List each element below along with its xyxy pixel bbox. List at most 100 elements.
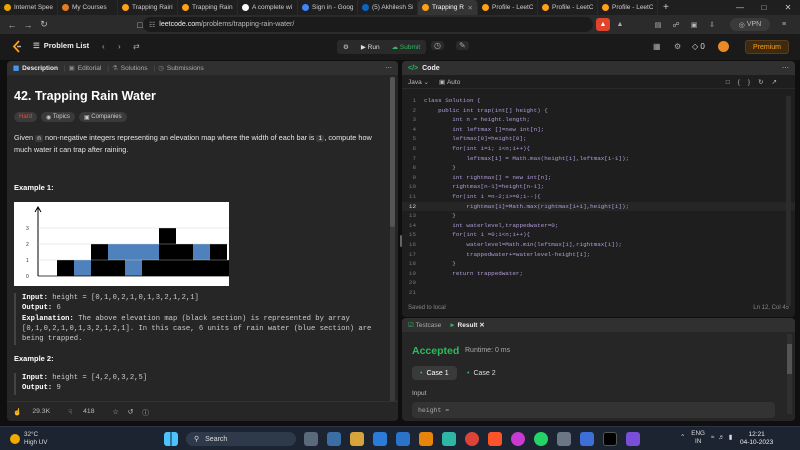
rewards-icon[interactable]: ▲: [614, 18, 626, 31]
tab-result[interactable]: ► Result ✕: [449, 321, 484, 329]
help-icon[interactable]: ⓘ: [142, 407, 149, 417]
code-line[interactable]: 13 }: [402, 211, 795, 221]
language-indicator[interactable]: ENG IN: [691, 430, 705, 445]
start-icon[interactable]: [164, 432, 178, 446]
settings-icon[interactable]: ⚙: [674, 42, 681, 51]
browser-tab[interactable]: Trapping Rain V: [178, 0, 238, 15]
browser-tab[interactable]: Internet Speed: [0, 0, 58, 15]
taskbar-search[interactable]: ⚲ Search: [186, 432, 296, 446]
difficulty-badge[interactable]: Hard: [14, 112, 38, 122]
site-info-icon[interactable]: ☷: [149, 21, 155, 29]
format-icon[interactable]: {}: [738, 79, 758, 86]
close-window-icon[interactable]: ✕: [776, 0, 800, 15]
code-line[interactable]: 8 }: [402, 163, 795, 173]
star-icon[interactable]: ☆: [113, 408, 119, 416]
panel-more-icon[interactable]: ⋯: [385, 64, 392, 72]
code-line[interactable]: 1 class Solution {: [402, 96, 795, 106]
tab-submissions[interactable]: ◷ Submissions: [158, 64, 204, 73]
code-line[interactable]: 5 leftmax[0]=height[0];: [402, 134, 795, 144]
layout-icon[interactable]: ▦: [653, 42, 661, 51]
tab-description[interactable]: ▦ Description: [13, 64, 58, 73]
code-line[interactable]: 4 int leftmax []=new int[n];: [402, 125, 795, 135]
volume-icon[interactable]: ♬: [718, 434, 724, 441]
sidebar-icon[interactable]: ▤: [652, 18, 664, 31]
code-line[interactable]: 20: [402, 278, 795, 288]
browser-tab[interactable]: Profile - LeetCo: [478, 0, 538, 15]
description-scrollbar[interactable]: [390, 77, 395, 403]
browser-tab[interactable]: A complete wi: [238, 0, 298, 15]
task-view-icon[interactable]: [304, 432, 318, 446]
code-line[interactable]: 11 for(int i =n-2;i>=0;i--){: [402, 192, 795, 202]
share-icon[interactable]: ↺: [128, 408, 134, 416]
code-line[interactable]: 6 for(int i=1; i<n;i++){: [402, 144, 795, 154]
code-line[interactable]: 3 int n = height.length;: [402, 115, 795, 125]
close-tab-icon[interactable]: ✕: [468, 4, 473, 12]
shuffle-icon[interactable]: ⇄: [133, 42, 140, 51]
language-select[interactable]: Java ⌄: [408, 78, 429, 86]
reload-icon[interactable]: ↻: [36, 19, 52, 30]
back-icon[interactable]: ←: [4, 20, 20, 30]
code-more-icon[interactable]: ⋯: [782, 64, 789, 72]
menu-icon[interactable]: ≡: [778, 18, 790, 31]
premium-button[interactable]: Premium: [745, 40, 789, 54]
forward-icon[interactable]: →: [20, 20, 36, 30]
wallet-icon[interactable]: ▣: [688, 18, 700, 31]
code-line[interactable]: 12 rightmax[i]=Math.max(rightmax[i+1],he…: [402, 201, 795, 212]
browser-tab[interactable]: Trapping R ✕: [418, 0, 478, 15]
code-line[interactable]: 7 leftmax[i] = Math.max(height[i],leftma…: [402, 154, 795, 164]
code-line[interactable]: 17 trappedwater+=waterlevel-height[i];: [402, 250, 795, 260]
streak-counter[interactable]: ◇ 0: [692, 42, 705, 51]
prev-problem-icon[interactable]: ‹: [102, 42, 105, 51]
tab-editorial[interactable]: ▣ Editorial: [69, 64, 102, 73]
code-line[interactable]: 18 }: [402, 259, 795, 269]
chat-icon[interactable]: [327, 432, 341, 446]
topics-badge[interactable]: ◉ Topics: [41, 112, 75, 122]
code-line[interactable]: 14 int waterlevel,trappedwater=0;: [402, 221, 795, 231]
brave-icon[interactable]: [488, 432, 502, 446]
problem-list-button[interactable]: ☰ Problem List: [33, 41, 89, 50]
browser-tab[interactable]: Sign in - Goog: [298, 0, 358, 15]
wifi-icon[interactable]: ≈: [711, 434, 714, 441]
messenger-icon[interactable]: [511, 432, 525, 446]
chrome-icon[interactable]: [465, 432, 479, 446]
like-button[interactable]: ☝ 29.3K: [13, 408, 59, 416]
case-1-tab[interactable]: • Case 1: [412, 366, 457, 380]
code-line[interactable]: 15 for(int i =0;i<n;i++){: [402, 230, 795, 240]
result-scrollbar[interactable]: [787, 334, 792, 414]
extensions-icon[interactable]: ☍: [670, 18, 682, 31]
avatar[interactable]: [718, 41, 729, 52]
code-line[interactable]: 2 public int trap(int[] height) {: [402, 106, 795, 116]
dislike-button[interactable]: ☟ 418: [68, 408, 103, 416]
code-line[interactable]: 16 waterlevel=Math.min(leftmax[i],rightm…: [402, 240, 795, 250]
scrollbar-thumb[interactable]: [787, 344, 792, 374]
battery-icon[interactable]: ▮: [729, 434, 732, 441]
clock[interactable]: 12:21 04-10-2023: [740, 431, 773, 447]
address-bar[interactable]: ☷ leetcode.com/problems/trapping-rain-wa…: [143, 17, 593, 32]
browser-tab[interactable]: Profile - LeetCo: [598, 0, 658, 15]
scrollbar-thumb[interactable]: [390, 77, 395, 227]
mail-icon[interactable]: [396, 432, 410, 446]
fullscreen-icon[interactable]: ↗: [772, 79, 785, 86]
notes-icon[interactable]: ✎: [456, 41, 469, 50]
code-line[interactable]: 19 return trappedwater;: [402, 269, 795, 279]
browser-tab[interactable]: Profile - LeetCo: [538, 0, 598, 15]
intellij-icon[interactable]: [603, 432, 617, 446]
reset-icon[interactable]: ↻: [758, 79, 771, 86]
whatsapp-icon[interactable]: [534, 432, 548, 446]
tab-solutions[interactable]: ⚗ Solutions: [112, 64, 148, 73]
browser-tab[interactable]: My Courses: [58, 0, 118, 15]
settings-app-icon[interactable]: [557, 432, 571, 446]
new-tab-button[interactable]: +: [658, 2, 674, 13]
weather-widget[interactable]: 32°C High UV: [10, 431, 47, 446]
maximize-icon[interactable]: □: [752, 0, 776, 15]
downloads-icon[interactable]: ⇩: [706, 18, 718, 31]
tab-testcase[interactable]: ☑ Testcase: [408, 321, 441, 329]
brave-shield-icon[interactable]: ▲: [596, 18, 610, 31]
file-explorer-icon[interactable]: [350, 432, 364, 446]
timer-icon[interactable]: ◷: [431, 41, 444, 50]
leetcode-logo[interactable]: [12, 40, 22, 53]
browser-tab[interactable]: Trapping Rain\: [118, 0, 178, 15]
vpn-button[interactable]: ◎ VPN: [730, 18, 770, 31]
tray-chevron-icon[interactable]: ⌃: [680, 434, 685, 441]
close-tab-icon[interactable]: ✕: [479, 322, 484, 329]
